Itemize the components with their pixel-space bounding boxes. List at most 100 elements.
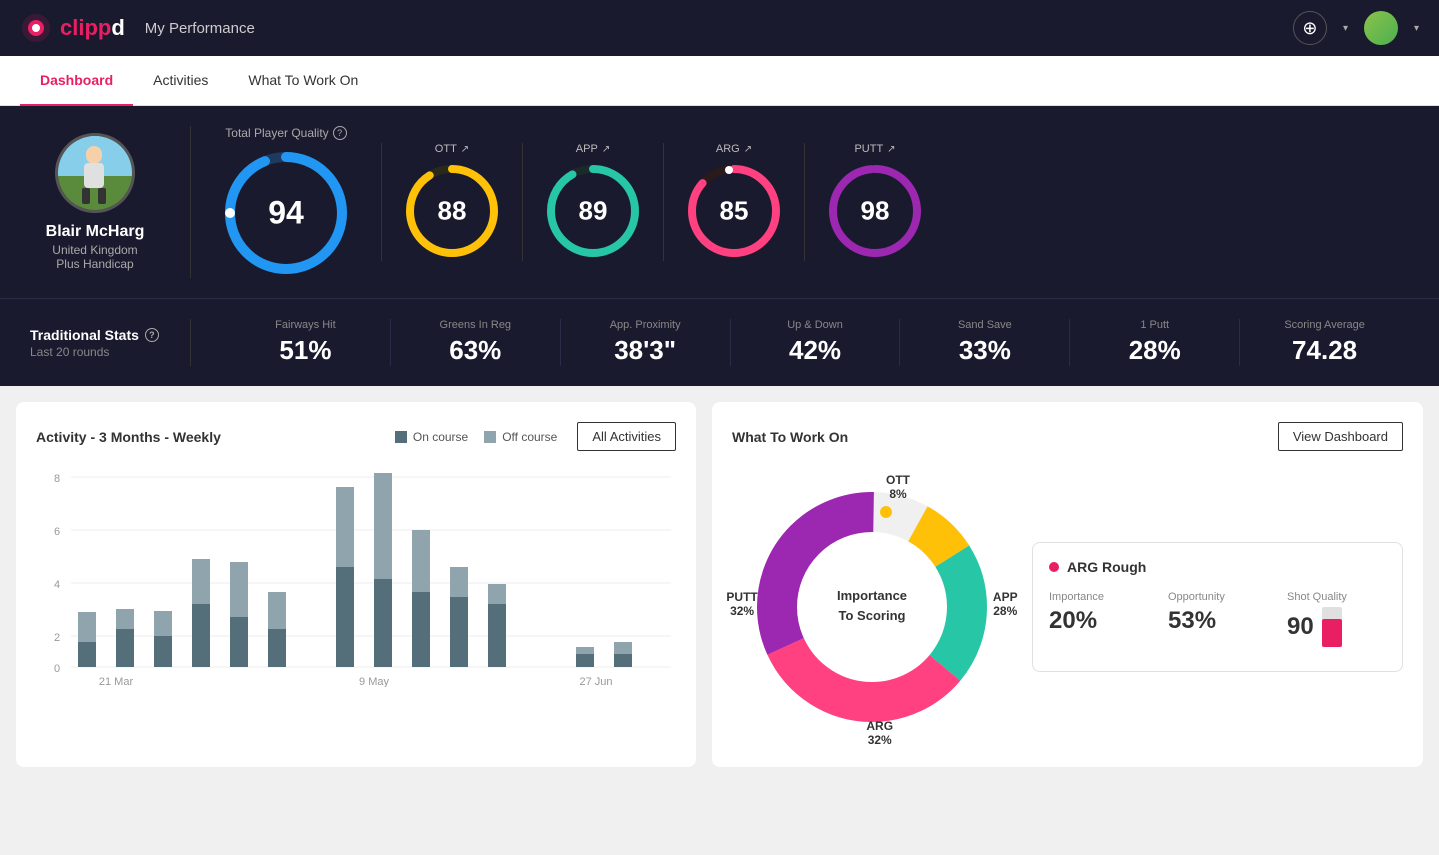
arg-circle-wrap: ARG ↗ 85 [663,143,804,261]
up-down-stat: Up & Down 42% [730,319,900,366]
putt-value: 98 [861,196,890,227]
fairways-hit-stat: Fairways Hit 51% [221,319,390,366]
donut-chart: Importance To Scoring [732,467,1012,747]
add-dropdown-icon: ▾ [1343,23,1348,34]
chart-title: Activity - 3 Months - Weekly [36,429,221,445]
app-value: 89 [579,196,608,227]
app-circle-wrap: APP ↗ 89 [522,143,663,261]
ott-circle: 88 [402,161,502,261]
add-button[interactable]: ⊕ [1293,11,1327,45]
total-quality-info-icon[interactable]: ? [333,126,347,140]
chart-header: Activity - 3 Months - Weekly On course O… [36,422,676,451]
tab-dashboard[interactable]: Dashboard [20,56,133,106]
legend-off-course: Off course [484,430,557,444]
greens-in-reg-stat: Greens In Reg 63% [390,319,560,366]
putt-trend-icon: ↗ [887,144,895,155]
main-content: Activity - 3 Months - Weekly On course O… [0,386,1439,783]
on-course-icon [395,431,407,443]
app-segment-label: APP28% [993,590,1018,618]
ott-value: 88 [438,196,467,227]
app-label: APP ↗ [576,143,610,155]
header: clippd My Performance ⊕ ▾ ▾ [0,0,1439,56]
app-trend-icon: ↗ [602,144,610,155]
svg-text:2: 2 [54,632,60,644]
ott-segment-label: OTT8% [886,473,910,501]
avatar[interactable] [1364,11,1398,45]
activity-chart-card: Activity - 3 Months - Weekly On course O… [16,402,696,767]
trad-label-section: Traditional Stats ? Last 20 rounds [30,327,190,359]
putt-circle: 98 [825,161,925,261]
svg-text:Importance: Importance [837,588,907,603]
total-quality-circle: 94 [221,148,351,278]
plus-icon: ⊕ [1302,18,1317,39]
tab-activities[interactable]: Activities [133,56,228,106]
trad-info-icon[interactable]: ? [145,328,159,342]
svg-text:9 May: 9 May [359,676,389,687]
shot-quality-bar-fill [1322,619,1342,647]
view-dashboard-button[interactable]: View Dashboard [1278,422,1403,451]
svg-text:0: 0 [54,663,60,675]
nav-tabs: Dashboard Activities What To Work On [0,56,1439,106]
arg-value: 85 [720,196,749,227]
svg-text:27 Jun: 27 Jun [579,676,612,687]
one-putt-stat: 1 Putt 28% [1069,319,1239,366]
arg-dot-icon [1049,562,1059,572]
player-country: United Kingdom [52,243,137,257]
svg-text:4: 4 [54,579,60,591]
stats-banner: Blair McHarg United Kingdom Plus Handica… [0,106,1439,298]
total-quality-label: Total Player Quality ? [225,126,346,140]
logo: clippd [20,12,125,44]
svg-text:21 Mar: 21 Mar [99,676,134,687]
header-right: ⊕ ▾ ▾ [1293,11,1419,45]
importance-metric: Importance 20% [1049,591,1148,647]
header-title: My Performance [145,20,255,37]
arg-rough-panel: ARG Rough Importance 20% Opportunity 53%… [1032,542,1403,672]
tab-what-to-work-on[interactable]: What To Work On [228,56,378,106]
logo-icon [20,12,52,44]
player-info: Blair McHarg United Kingdom Plus Handica… [30,133,190,271]
sand-save-stat: Sand Save 33% [899,319,1069,366]
player-name: Blair McHarg [46,223,145,241]
arg-panel-title: ARG Rough [1049,559,1386,575]
trad-stats-grid: Fairways Hit 51% Greens In Reg 63% App. … [190,319,1409,366]
total-quality-value: 94 [268,195,304,232]
arg-trend-icon: ↗ [744,144,752,155]
work-on-title: What To Work On [732,429,848,445]
logo-text: clippd [60,15,125,41]
chart-legend: On course Off course [395,430,558,444]
player-handicap: Plus Handicap [56,257,133,271]
scoring-average-stat: Scoring Average 74.28 [1239,319,1409,366]
shot-quality-bar [1322,607,1342,647]
legend-on-course: On course [395,430,468,444]
work-on-card: What To Work On View Dashboard [712,402,1423,767]
ott-trend-icon: ↗ [461,144,469,155]
header-left: clippd My Performance [20,12,255,44]
svg-text:6: 6 [54,526,60,538]
shot-quality-metric: Shot Quality 90 [1287,591,1386,647]
arg-metrics: Importance 20% Opportunity 53% Shot Qual… [1049,591,1386,647]
trad-title: Traditional Stats ? [30,327,190,343]
off-course-icon [484,431,496,443]
app-circle: 89 [543,161,643,261]
activity-chart-svg: 8 6 4 2 0 [36,467,676,687]
work-content: Importance To Scoring OTT8% APP2 [732,467,1403,747]
ott-circle-wrap: OTT ↗ 88 [381,143,522,261]
app-proximity-stat: App. Proximity 38'3" [560,319,730,366]
svg-text:To Scoring: To Scoring [839,608,906,623]
putt-circle-wrap: PUTT ↗ 98 [804,143,945,261]
putt-segment-label: PUTT32% [726,590,757,618]
work-card-header: What To Work On View Dashboard [732,422,1403,451]
scores-section: Total Player Quality ? 94 OTT ↗ [190,126,1409,278]
svg-text:8: 8 [54,473,60,485]
trad-subtitle: Last 20 rounds [30,345,190,359]
ott-label: OTT ↗ [435,143,469,155]
traditional-stats: Traditional Stats ? Last 20 rounds Fairw… [0,298,1439,386]
chart-area: 8 6 4 2 0 [36,467,676,687]
opportunity-metric: Opportunity 53% [1168,591,1267,647]
avatar-dropdown-icon: ▾ [1414,23,1419,34]
arg-segment-label: ARG32% [866,719,893,747]
player-photo [55,133,135,213]
all-activities-button[interactable]: All Activities [577,422,676,451]
total-quality: Total Player Quality ? 94 [221,126,381,278]
putt-label: PUTT ↗ [854,143,895,155]
